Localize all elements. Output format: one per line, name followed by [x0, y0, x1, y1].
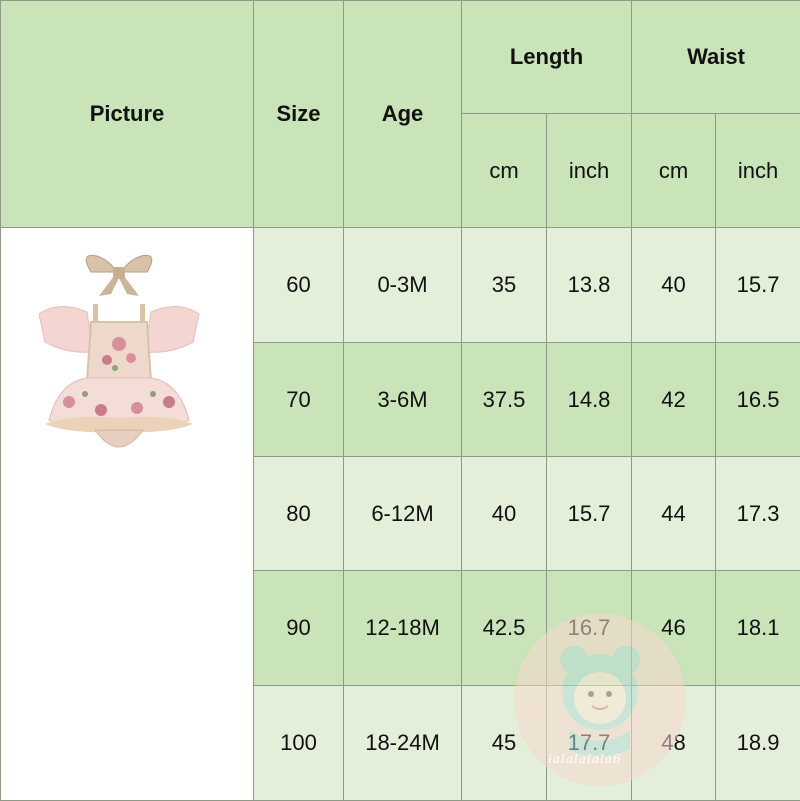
cell-waist-inch: 17.3 [716, 457, 800, 571]
cell-waist-cm: 40 [632, 228, 716, 343]
cell-length-cm: 35 [462, 228, 547, 343]
cell-age: 0-3M [344, 228, 462, 343]
cell-length-inch: 13.8 [547, 228, 632, 343]
size-chart: Picture Size Age Length Waist cm inch cm… [0, 0, 800, 800]
header-picture: Picture [1, 1, 254, 228]
product-picture-cell [1, 228, 254, 801]
cell-age: 18-24M [344, 686, 462, 801]
cell-waist-inch: 16.5 [716, 343, 800, 457]
header-waist-cm: cm [632, 114, 716, 228]
cell-waist-cm: 42 [632, 343, 716, 457]
watermark-text: lalalalala6 [548, 752, 622, 766]
cell-size: 70 [254, 343, 344, 457]
cell-length-inch: 17.7 [547, 686, 632, 801]
dress-romper-image [19, 242, 219, 472]
cell-waist-cm: 44 [632, 457, 716, 571]
cell-age: 3-6M [344, 343, 462, 457]
header-waist: Waist [632, 1, 800, 114]
cell-length-inch: 16.7 [547, 571, 632, 686]
size-table: Picture Size Age Length Waist cm inch cm… [0, 0, 800, 801]
table-row: 60 0-3M 35 13.8 40 15.7 [1, 228, 800, 343]
cell-age: 12-18M [344, 571, 462, 686]
cell-size: 90 [254, 571, 344, 686]
cell-age: 6-12M [344, 457, 462, 571]
cell-waist-cm: 46 [632, 571, 716, 686]
header-length-inch: inch [547, 114, 632, 228]
cell-length-inch: 15.7 [547, 457, 632, 571]
cell-length-inch: 14.8 [547, 343, 632, 457]
cell-length-cm: 40 [462, 457, 547, 571]
header-length-cm: cm [462, 114, 547, 228]
header-size: Size [254, 1, 344, 228]
header-waist-inch: inch [716, 114, 800, 228]
cell-size: 80 [254, 457, 344, 571]
cell-waist-cm: 48 [632, 686, 716, 801]
cell-length-cm: 42.5 [462, 571, 547, 686]
header-age: Age [344, 1, 462, 228]
cell-length-cm: 37.5 [462, 343, 547, 457]
cell-size: 60 [254, 228, 344, 343]
cell-size: 100 [254, 686, 344, 801]
cell-waist-inch: 15.7 [716, 228, 800, 343]
cell-waist-inch: 18.1 [716, 571, 800, 686]
header-length: Length [462, 1, 632, 114]
cell-waist-inch: 18.9 [716, 686, 800, 801]
cell-length-cm: 45 [462, 686, 547, 801]
